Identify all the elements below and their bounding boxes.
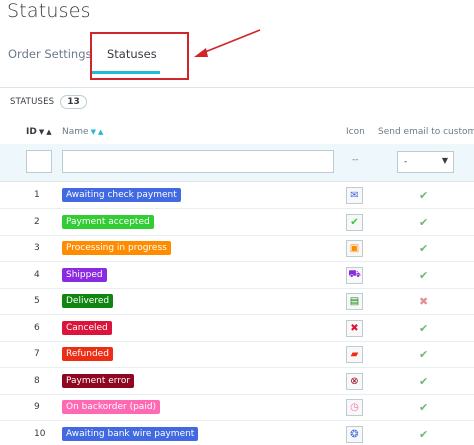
table-row[interactable]: 1 Awaiting check payment ✉ ✔ [0,183,474,209]
truck-icon: ⛟ [346,266,363,284]
name-filter-input[interactable] [62,150,334,173]
send-email-yes-icon[interactable]: ✔ [419,189,428,202]
status-count-badge: 13 [60,95,87,109]
status-name-badge: Awaiting check payment [62,188,181,202]
package-icon: ▣ [346,240,363,257]
check-icon: ✔ [346,213,363,231]
column-header-id[interactable]: ID ▼ ▲ [26,127,52,137]
column-header-icon: Icon [346,127,365,137]
column-header-name-label: Name [62,127,89,137]
column-header-send-email: Send email to customer [378,127,474,137]
tab-order-settings[interactable]: Order Settings [8,47,92,61]
status-id: 2 [34,216,40,227]
error-icon: ⊗ [346,372,363,390]
table-row[interactable]: 9 On backorder (paid) ◷ ✔ [0,395,474,421]
sort-asc-icon[interactable]: ▲ [98,128,103,136]
annotation-arrow-icon [194,29,261,57]
send-email-yes-icon[interactable]: ✔ [419,428,428,441]
send-email-no-icon[interactable]: ✖ [419,295,428,308]
status-id: 9 [34,402,40,412]
statuses-panel: STATUSES 13 ID ▼ ▲ Name ▼ ▲ Icon Send em… [0,87,474,445]
status-name-badge: Payment error [62,373,135,388]
send-email-yes-icon[interactable]: ✔ [419,348,428,361]
coins-icon: ❂ [346,425,363,443]
status-name-badge: Payment accepted [62,214,154,229]
send-email-yes-icon[interactable]: ✔ [419,322,428,335]
id-filter-input[interactable] [26,150,52,173]
table-row[interactable]: 2 Payment accepted ✔ ✔ [0,210,474,236]
money-icon: ▰ [346,346,363,363]
status-name-badge: Delivered [62,294,114,308]
status-id: 3 [34,243,40,253]
send-email-yes-icon[interactable]: ✔ [419,216,428,229]
envelope-icon: ✉ [346,187,363,204]
column-header-name[interactable]: Name ▼ ▲ [62,127,103,137]
filter-row: -- - ▼ [0,144,474,182]
status-name-badge: On backorder (paid) [62,400,161,414]
table-row[interactable]: 10 Awaiting bank wire payment ❂ ✔ [0,422,474,445]
panel-header: STATUSES 13 [10,94,87,110]
chevron-down-icon: ▼ [441,156,448,165]
status-id: 5 [34,296,40,306]
status-id: 7 [34,349,40,359]
status-name-badge: Processing in progress [62,241,171,255]
send-email-yes-icon[interactable]: ✔ [419,269,428,282]
clock-icon: ◷ [346,399,363,416]
table-row[interactable]: 3 Processing in progress ▣ ✔ [0,236,474,262]
sort-desc-icon[interactable]: ▼ [91,128,96,136]
table-row[interactable]: 6 Canceled ✖ ✔ [0,316,474,342]
table-row[interactable]: 4 Shipped ⛟ ✔ [0,263,474,289]
status-id: 8 [34,375,40,386]
send-email-yes-icon[interactable]: ✔ [419,375,428,388]
icon-filter-placeholder: -- [352,155,359,165]
send-email-yes-icon[interactable]: ✔ [419,242,428,255]
status-name-badge: Canceled [62,320,112,335]
document-icon: ▤ [346,293,363,310]
table-row[interactable]: 5 Delivered ▤ ✖ [0,289,474,315]
status-name-badge: Shipped [62,267,107,282]
cross-icon: ✖ [346,319,363,337]
panel-title: STATUSES [10,97,55,107]
send-email-filter-value: - [404,157,408,167]
sort-desc-icon[interactable]: ▼ [39,128,44,136]
status-name-badge: Awaiting bank wire payment [62,426,199,441]
page-title: Statuses [7,0,91,22]
table-row[interactable]: 8 Payment error ⊗ ✔ [0,369,474,395]
send-email-filter-select[interactable]: - ▼ [397,151,454,173]
status-id: 4 [34,269,40,280]
table-row[interactable]: 7 Refunded ▰ ✔ [0,342,474,368]
status-id: 1 [34,190,40,200]
sort-asc-icon[interactable]: ▲ [46,128,51,136]
send-email-yes-icon[interactable]: ✔ [419,401,428,414]
column-header-id-label: ID [26,127,37,137]
annotation-highlight-box [90,32,189,80]
status-id: 6 [34,322,40,333]
status-id: 10 [34,428,46,439]
status-name-badge: Refunded [62,347,113,361]
